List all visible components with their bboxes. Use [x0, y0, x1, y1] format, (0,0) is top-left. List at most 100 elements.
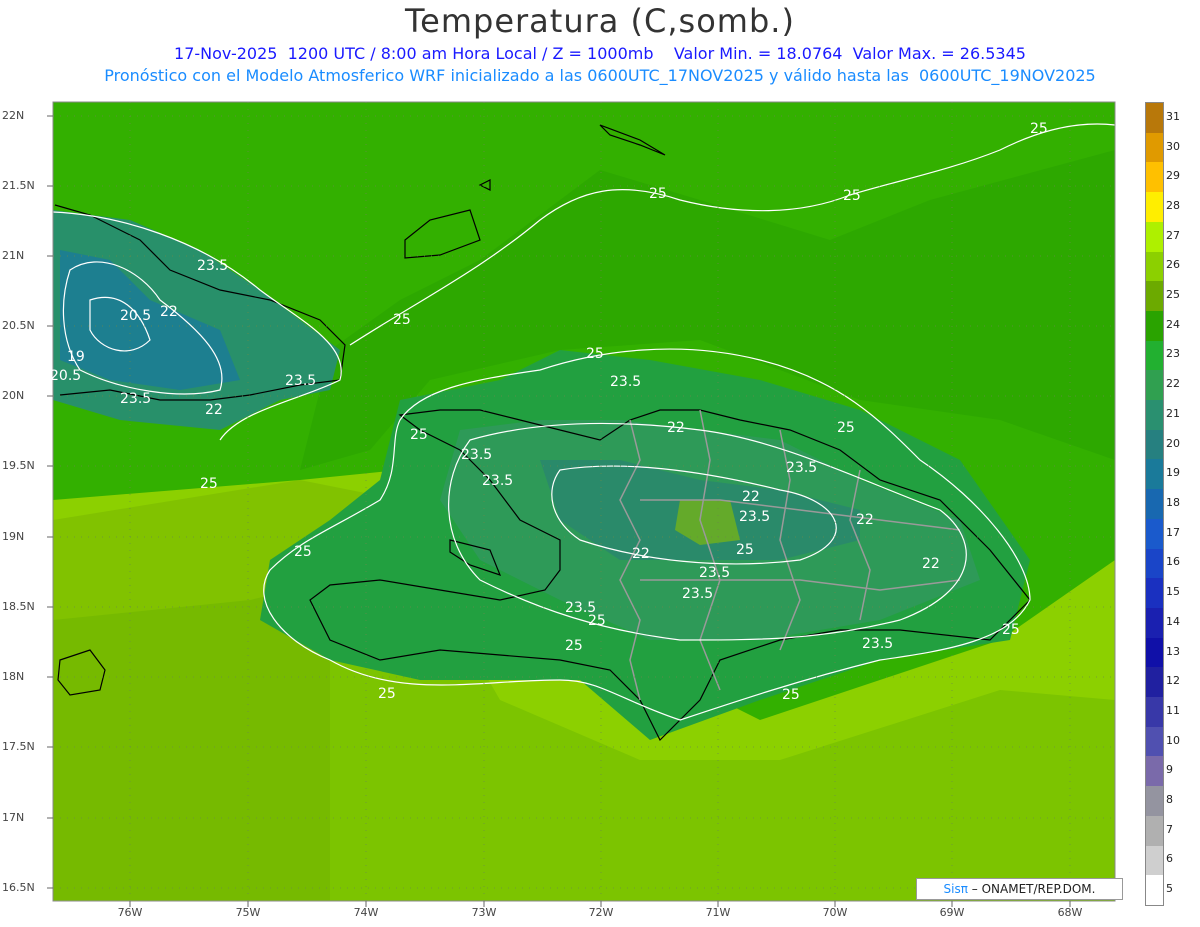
x-tick-label: 74W [353, 906, 379, 919]
contour-label: 22 [922, 556, 940, 572]
x-tick-label: 72W [588, 906, 614, 919]
legend-swatch [1146, 251, 1163, 282]
contour-label: 25 [565, 638, 583, 654]
legend-swatch [1146, 815, 1163, 847]
contour-label: 22 [856, 512, 874, 528]
contour-label: 23.5 [739, 509, 770, 525]
contour-label: 25 [378, 686, 396, 702]
legend-label: 27 [1166, 228, 1180, 242]
legend-label: 23 [1166, 347, 1180, 361]
contour-label: 22 [667, 420, 685, 436]
legend-swatch [1146, 726, 1163, 757]
contour-label: 20.5 [50, 368, 81, 384]
contour-label: 22 [205, 402, 223, 418]
y-tick-label: 20.5N [2, 319, 35, 332]
contour-label: 22 [632, 546, 650, 562]
legend-swatch [1146, 875, 1163, 906]
legend-label: 10 [1166, 733, 1180, 747]
legend-swatch [1146, 340, 1163, 371]
x-tick-label: 75W [235, 906, 261, 919]
contour-label: 25 [649, 186, 667, 202]
contour-label: 25 [393, 312, 411, 328]
legend-label: 15 [1166, 585, 1180, 599]
legend-swatch [1146, 786, 1163, 817]
color-legend [1145, 102, 1164, 906]
contour-label: 23.5 [862, 636, 893, 652]
y-tick-label: 19.5N [2, 459, 35, 472]
legend-label: 26 [1166, 258, 1180, 272]
credit-box: Sisπ – ONAMET/REP.DOM. [916, 878, 1123, 900]
contour-label: 23.5 [482, 473, 513, 489]
legend-label: 30 [1166, 139, 1180, 153]
legend-swatch [1146, 281, 1163, 312]
contour-label: 23.5 [610, 374, 641, 390]
legend-swatch [1146, 103, 1163, 134]
y-tick-label: 21.5N [2, 179, 35, 192]
contour-label: 19 [67, 349, 85, 365]
legend-label: 8 [1166, 793, 1173, 807]
contour-label: 25 [586, 346, 604, 362]
legend-swatch [1146, 459, 1163, 490]
contour-label: 20.5 [120, 308, 151, 324]
y-tick-label: 17N [2, 811, 25, 824]
legend-swatch [1146, 132, 1163, 163]
contour-label: 23.5 [786, 460, 817, 476]
legend-label: 22 [1166, 377, 1180, 391]
contour-label: 25 [294, 544, 312, 560]
contour-label: 23.5 [461, 447, 492, 463]
legend-label: 16 [1166, 555, 1180, 569]
y-tick-label: 21N [2, 249, 25, 262]
legend-label: 24 [1166, 317, 1180, 331]
contour-label: 22 [160, 304, 178, 320]
legend-swatch [1146, 370, 1163, 401]
credit-text: – ONAMET/REP.DOM. [967, 882, 1096, 896]
legend-label: 28 [1166, 198, 1180, 212]
y-tick-label: 18.5N [2, 600, 35, 613]
legend-swatch [1146, 756, 1163, 787]
legend-label: 13 [1166, 644, 1180, 658]
y-tick-label: 17.5N [2, 740, 35, 753]
legend-swatch [1146, 518, 1163, 550]
legend-label: 20 [1166, 436, 1180, 450]
legend-label: 29 [1166, 169, 1180, 183]
x-tick-label: 73W [471, 906, 497, 919]
legend-label: 14 [1166, 614, 1180, 628]
legend-swatch [1146, 489, 1163, 520]
x-tick-label: 68W [1057, 906, 1083, 919]
contour-label: 23.5 [682, 586, 713, 602]
y-tick-label: 20N [2, 389, 25, 402]
contour-label: 25 [410, 427, 428, 443]
legend-swatch [1146, 221, 1163, 253]
y-tick-label: 19N [2, 530, 25, 543]
map-plot: 25 25 25 23.5 25 22 20.5 19 20.5 23.5 23… [47, 101, 1116, 907]
legend-label: 17 [1166, 525, 1180, 539]
legend-swatch [1146, 697, 1163, 728]
legend-swatch [1146, 162, 1163, 193]
contour-label: 25 [837, 420, 855, 436]
contour-label: 23.5 [120, 391, 151, 407]
legend-label: 6 [1166, 852, 1173, 866]
legend-label: 7 [1166, 822, 1173, 836]
x-tick-label: 69W [939, 906, 965, 919]
contour-label: 23.5 [285, 373, 316, 389]
legend-label: 18 [1166, 496, 1180, 509]
contour-label: 25 [843, 188, 861, 204]
contour-label: 25 [736, 542, 754, 558]
legend-label: 12 [1166, 674, 1180, 688]
y-tick-label: 16.5N [2, 881, 35, 894]
legend-swatch [1146, 310, 1163, 342]
x-tick-label: 76W [117, 906, 143, 919]
legend-swatch [1146, 637, 1163, 668]
legend-swatch [1146, 845, 1163, 876]
y-tick-label: 22N [2, 109, 25, 122]
legend-swatch [1146, 400, 1163, 431]
x-tick-label: 70W [822, 906, 848, 919]
legend-swatch [1146, 548, 1163, 579]
contour-label: 25 [200, 476, 218, 492]
legend-swatch [1146, 578, 1163, 609]
legend-swatch [1146, 667, 1163, 698]
legend-swatch [1146, 192, 1163, 223]
legend-label: 19 [1166, 466, 1180, 480]
contour-label: 23.5 [565, 600, 596, 616]
contour-label: 23.5 [699, 565, 730, 581]
